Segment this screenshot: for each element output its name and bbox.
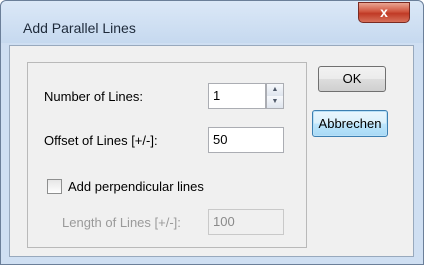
close-icon: x xyxy=(380,4,388,20)
number-of-lines-spinner: ▲ ▼ xyxy=(266,83,284,109)
cancel-button[interactable]: Abbrechen xyxy=(312,110,388,137)
dialog-client-area: Number of Lines: 1 ▲ ▼ Offset of Lines [… xyxy=(9,45,414,257)
length-of-lines-label: Length of Lines [+/-]: xyxy=(62,215,181,230)
add-perpendicular-label[interactable]: Add perpendicular lines xyxy=(68,179,204,194)
arrow-down-icon: ▼ xyxy=(271,98,279,105)
close-button[interactable]: x xyxy=(358,2,410,23)
options-group: Number of Lines: 1 ▲ ▼ Offset of Lines [… xyxy=(27,62,307,248)
dialog-window: Add Parallel Lines x Number of Lines: 1 … xyxy=(0,0,424,265)
dialog-title: Add Parallel Lines xyxy=(23,20,136,36)
ok-button[interactable]: OK xyxy=(318,66,386,92)
offset-of-lines-label: Offset of Lines [+/-]: xyxy=(44,133,158,148)
length-of-lines-input: 100 xyxy=(208,209,284,235)
spin-down-button[interactable]: ▼ xyxy=(267,96,283,108)
add-perpendicular-checkbox[interactable] xyxy=(47,179,62,194)
number-of-lines-input[interactable]: 1 xyxy=(208,83,266,109)
offset-of-lines-input[interactable]: 50 xyxy=(208,127,284,153)
number-of-lines-label: Number of Lines: xyxy=(44,89,143,104)
title-bar[interactable]: Add Parallel Lines x xyxy=(1,1,423,43)
arrow-up-icon: ▲ xyxy=(271,86,279,93)
